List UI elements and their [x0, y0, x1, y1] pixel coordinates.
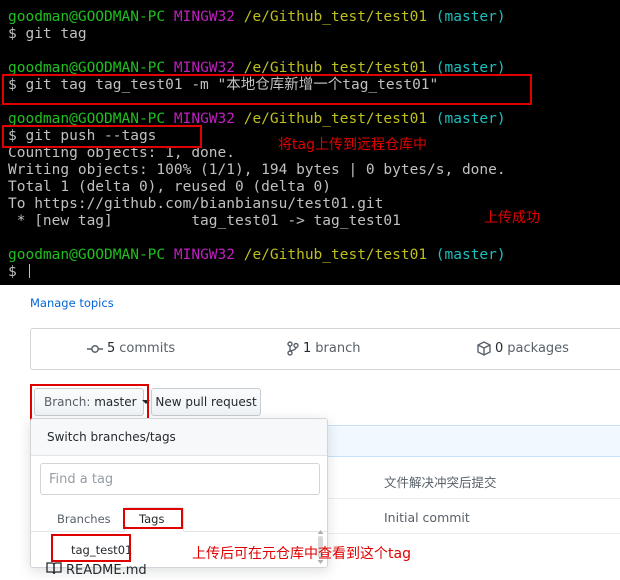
annotation-success-note: 上传成功 [484, 210, 540, 226]
readme-file-row[interactable]: README.md [46, 562, 147, 579]
terminal-window[interactable]: goodman@GOODMAN-PC MINGW32 /e/Github_tes… [0, 0, 620, 285]
prompt-line-4: goodman@GOODMAN-PC MINGW32 /e/Github_tes… [8, 247, 506, 263]
command-git-tag: $ git tag [8, 26, 87, 42]
annotation-view-tag-note: 上传后可在元仓库中查看到这个tag [192, 546, 411, 562]
file-row[interactable] [328, 499, 620, 534]
branches-link[interactable]: 1 branch [287, 341, 360, 356]
dropdown-title: Switch branches/tags [47, 430, 176, 444]
output-writing: Writing objects: 100% (1/1), 194 bytes |… [8, 162, 506, 178]
highlight-tags-tab [123, 508, 183, 529]
highlight-tag-item [51, 534, 131, 562]
current-prompt[interactable]: $ [8, 264, 31, 281]
commits-link[interactable]: 5 commits [87, 341, 175, 356]
commit-message-1[interactable]: 文件解决冲突后提交 [384, 472, 497, 491]
commit-icon [87, 343, 103, 355]
repo-summary-bar: 5 commits 1 branch 0 packages [30, 328, 620, 370]
prompt-line-1: goodman@GOODMAN-PC MINGW32 /e/Github_tes… [8, 9, 506, 25]
dropdown-header: Switch branches/tags [31, 419, 327, 456]
output-new-tag: * [new tag] tag_test01 -> tag_test01 [8, 213, 401, 229]
branch-icon [287, 341, 299, 356]
tab-branches[interactable]: Branches [57, 512, 111, 526]
packages-link[interactable]: 0 packages [477, 341, 569, 356]
output-remote-url: To https://github.com/bianbiansu/test01.… [8, 196, 384, 212]
annotation-push-note: 将tag上传到远程仓库中 [278, 137, 427, 153]
book-icon [46, 562, 62, 579]
find-tag-input[interactable] [40, 463, 320, 495]
package-icon [477, 341, 491, 356]
text-cursor [29, 264, 31, 278]
latest-commit-bar [328, 425, 620, 457]
separator [0, 285, 620, 293]
output-total: Total 1 (delta 0), reused 0 (delta 0) [8, 179, 332, 195]
commit-message-2[interactable]: Initial commit [384, 510, 470, 525]
manage-topics-link[interactable]: Manage topics [30, 296, 114, 310]
new-pull-request-button[interactable]: New pull request [151, 388, 261, 416]
highlight-push-command [2, 125, 202, 148]
highlight-tag-command [2, 74, 532, 105]
